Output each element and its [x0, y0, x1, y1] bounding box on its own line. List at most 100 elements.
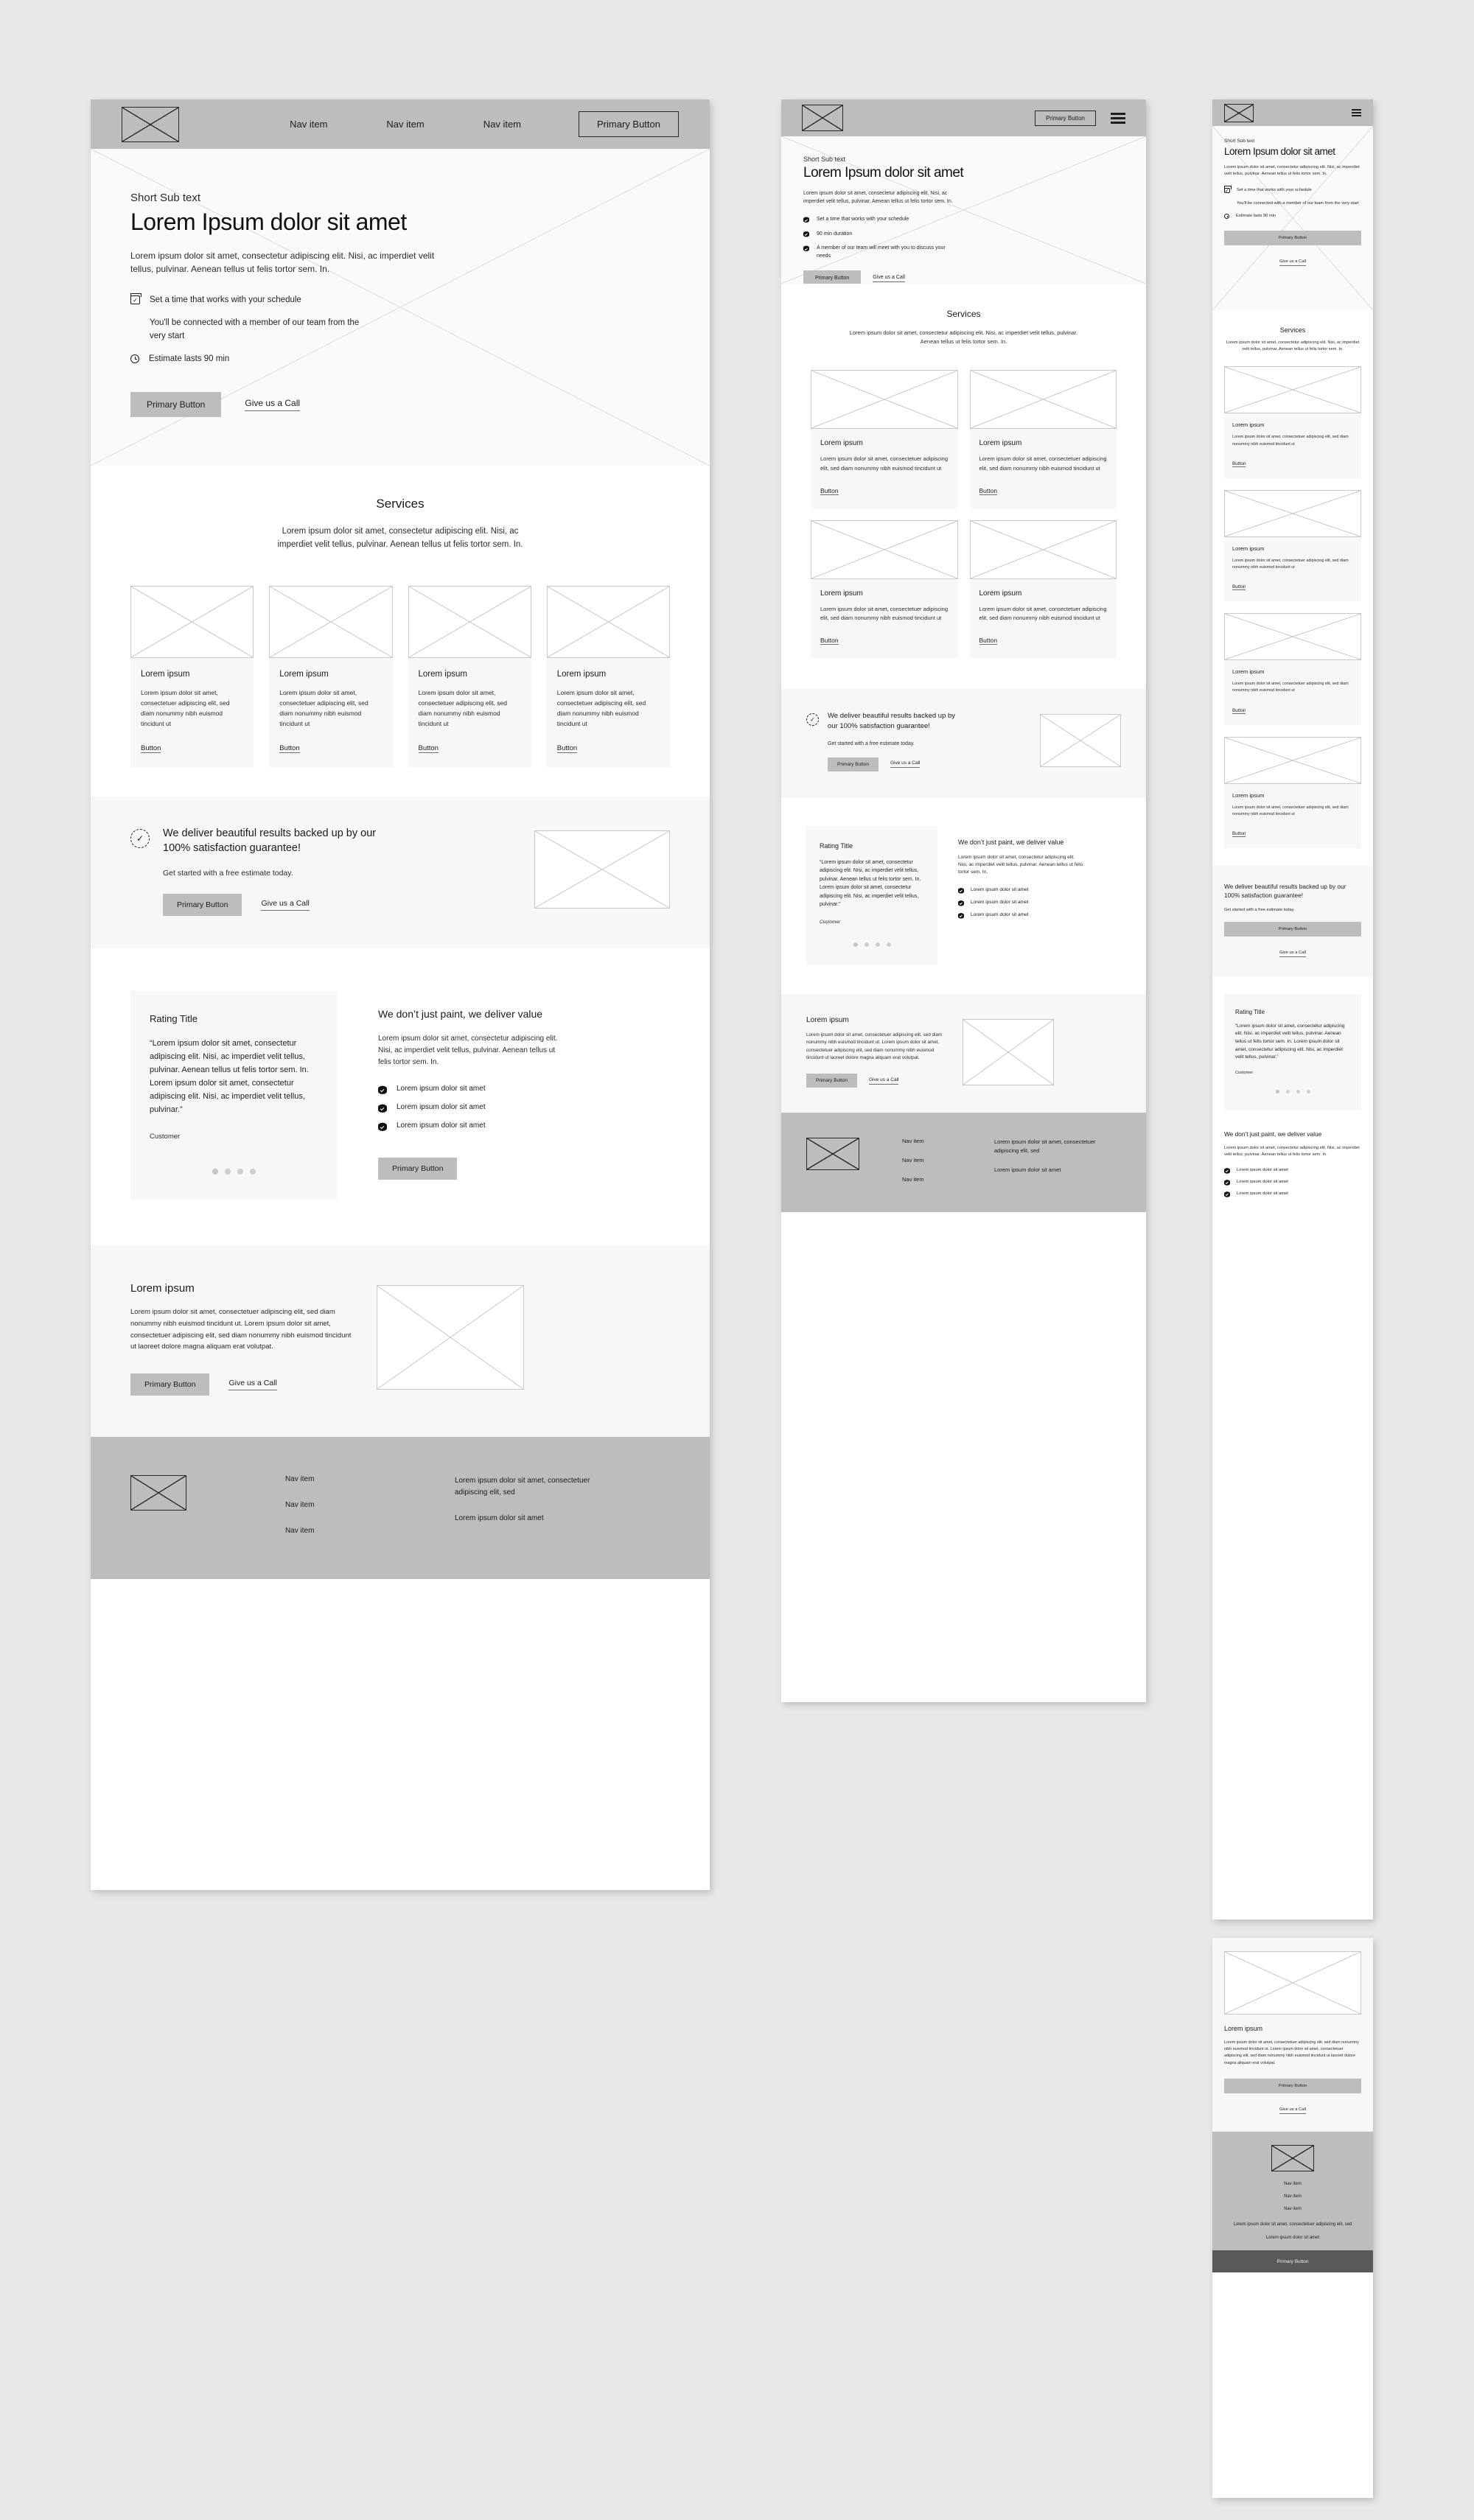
- service-card-button[interactable]: Button: [979, 487, 998, 495]
- service-card-button[interactable]: Button: [1232, 584, 1246, 591]
- clock-icon: [130, 354, 139, 363]
- closing-call-link[interactable]: Give us a Call: [228, 1379, 277, 1390]
- carousel-dot-1[interactable]: [212, 1169, 218, 1175]
- service-card-button[interactable]: Button: [556, 744, 578, 753]
- value-primary-button[interactable]: Primary Button: [378, 1158, 458, 1180]
- guarantee-primary-button[interactable]: Primary Button: [1224, 921, 1361, 937]
- service-card[interactable]: Lorem ipsum Lorem ipsum dolor sit amet, …: [1224, 613, 1361, 725]
- hero-primary-button[interactable]: Primary Button: [1224, 230, 1361, 245]
- hero-primary-button[interactable]: Primary Button: [803, 270, 862, 284]
- footer-nav-item-3[interactable]: Nav item: [1224, 2207, 1361, 2211]
- service-card[interactable]: Lorem ipsum Lorem ipsum dolor sit amet, …: [1224, 366, 1361, 478]
- footer-nav-item-1[interactable]: Nav item: [1224, 2182, 1361, 2186]
- service-card-button[interactable]: Button: [1232, 461, 1246, 467]
- closing-image: [1224, 1951, 1361, 2015]
- carousel-dot-4[interactable]: [886, 942, 891, 947]
- service-card[interactable]: Lorem ipsum Lorem ipsum dolor sit amet, …: [969, 370, 1117, 508]
- footer-logo-icon[interactable]: [806, 1138, 859, 1171]
- value-bullet: Lorem ipsum dolor sit amet: [1224, 1167, 1361, 1174]
- service-card-button[interactable]: Button: [820, 487, 839, 495]
- sticky-primary-button[interactable]: Primary Button: [1212, 2250, 1373, 2273]
- footer-logo-icon[interactable]: [130, 1475, 186, 1511]
- service-card-button[interactable]: Button: [1232, 831, 1246, 837]
- footer-nav-item-1[interactable]: Nav item: [902, 1138, 994, 1144]
- hamburger-menu-icon[interactable]: [1111, 112, 1125, 124]
- value-bullet: Lorem ipsum dolor sit amet: [958, 887, 1083, 894]
- footer-logo-icon[interactable]: [1271, 2144, 1314, 2171]
- carousel-dot-3[interactable]: [237, 1169, 243, 1175]
- guarantee-call-link[interactable]: Give us a Call: [261, 899, 310, 911]
- tablet-services-section: Services Lorem ipsum dolor sit amet, con…: [781, 284, 1146, 689]
- rating-author: Customer: [1235, 1070, 1254, 1075]
- nav-item-2[interactable]: Nav item: [386, 119, 424, 130]
- guarantee-call-link[interactable]: Give us a Call: [890, 760, 921, 769]
- carousel-dot-4[interactable]: [249, 1169, 256, 1175]
- service-card-button[interactable]: Button: [141, 744, 161, 753]
- mobile-header: [1212, 99, 1373, 126]
- service-card[interactable]: Lorem ipsum Lorem ipsum dolor sit amet, …: [811, 370, 958, 508]
- footer-nav-item-2[interactable]: Nav item: [902, 1157, 994, 1163]
- service-card[interactable]: Lorem ipsum Lorem ipsum dolor sit amet, …: [811, 519, 958, 658]
- hero-title: Lorem Ipsum dolor sit amet: [1224, 146, 1335, 157]
- service-card-button[interactable]: Button: [279, 744, 300, 753]
- service-card-button[interactable]: Button: [1232, 708, 1246, 714]
- carousel-dot-3[interactable]: [1296, 1089, 1300, 1093]
- carousel-dot-1[interactable]: [1275, 1089, 1279, 1093]
- service-card-title: Lorem ipsum: [1232, 545, 1265, 552]
- closing-call-link[interactable]: Give us a Call: [1279, 2107, 1307, 2114]
- hero-call-link[interactable]: Give us a Call: [873, 275, 905, 282]
- service-card-button[interactable]: Button: [820, 637, 839, 645]
- hamburger-menu-icon[interactable]: [1352, 109, 1361, 116]
- rating-carousel-dots[interactable]: [150, 1169, 318, 1175]
- service-card-title: Lorem ipsum: [141, 669, 190, 679]
- footer-nav-item-2[interactable]: Nav item: [1224, 2194, 1361, 2199]
- service-card[interactable]: Lorem ipsum Lorem ipsum dolor sit amet, …: [130, 585, 254, 767]
- carousel-dot-2[interactable]: [864, 942, 869, 947]
- services-title: Services: [946, 309, 981, 319]
- guarantee-call-link[interactable]: Give us a Call: [1279, 951, 1307, 957]
- value-paragraph: Lorem ipsum dolor sit amet, consectetur …: [378, 1035, 558, 1067]
- header-primary-button[interactable]: Primary Button: [579, 111, 679, 137]
- closing-primary-button[interactable]: Primary Button: [130, 1373, 210, 1396]
- nav-item-1[interactable]: Nav item: [290, 119, 327, 130]
- closing-primary-button[interactable]: Primary Button: [1224, 2078, 1361, 2093]
- guarantee-primary-button[interactable]: Primary Button: [828, 757, 879, 771]
- footer-nav-item-2[interactable]: Nav item: [285, 1501, 455, 1509]
- service-card[interactable]: Lorem ipsum Lorem ipsum dolor sit amet, …: [546, 585, 670, 767]
- guarantee-title: We deliver beautiful results backed up b…: [163, 827, 377, 855]
- logo-icon[interactable]: [802, 105, 843, 131]
- carousel-dot-2[interactable]: [1285, 1089, 1290, 1093]
- closing-primary-button[interactable]: Primary Button: [806, 1074, 857, 1088]
- guarantee-primary-button[interactable]: Primary Button: [163, 894, 242, 917]
- hero-title: Lorem Ipsum dolor sit amet: [130, 209, 407, 235]
- footer-nav-item-1[interactable]: Nav item: [285, 1475, 455, 1483]
- mobile-hero: Short Sub text Lorem Ipsum dolor sit ame…: [1212, 126, 1373, 310]
- carousel-dot-2[interactable]: [224, 1169, 231, 1175]
- nav-item-3[interactable]: Nav item: [483, 119, 521, 130]
- hero-call-link[interactable]: Give us a Call: [245, 398, 301, 412]
- header-primary-button[interactable]: Primary Button: [1035, 110, 1096, 126]
- footer-contact: Lorem ipsum dolor sit amet: [1265, 2236, 1320, 2241]
- logo-icon[interactable]: [122, 106, 179, 142]
- service-card-button[interactable]: Button: [418, 744, 439, 753]
- hero-feature-1-label: Set a time that works with your schedule: [150, 295, 301, 305]
- footer-nav-item-3[interactable]: Nav item: [902, 1176, 994, 1183]
- carousel-dot-3[interactable]: [875, 942, 880, 947]
- service-card[interactable]: Lorem ipsum Lorem ipsum dolor sit amet, …: [269, 585, 393, 767]
- closing-call-link[interactable]: Give us a Call: [869, 1077, 899, 1085]
- desktop-footer: Nav item Nav item Nav item Lorem ipsum d…: [91, 1437, 710, 1579]
- service-card[interactable]: Lorem ipsum Lorem ipsum dolor sit amet, …: [408, 585, 531, 767]
- rating-carousel-dots[interactable]: [820, 942, 924, 947]
- hero-primary-button[interactable]: Primary Button: [130, 392, 222, 418]
- carousel-dot-1[interactable]: [853, 942, 858, 947]
- carousel-dot-4[interactable]: [1306, 1089, 1310, 1093]
- hero-call-link[interactable]: Give us a Call: [1279, 259, 1307, 266]
- footer-nav-item-3[interactable]: Nav item: [285, 1527, 455, 1535]
- service-card[interactable]: Lorem ipsum Lorem ipsum dolor sit amet, …: [969, 519, 1117, 658]
- rating-carousel-dots[interactable]: [1235, 1089, 1350, 1093]
- hero-feature-3-label: Estimate lasts 90 min: [1236, 214, 1276, 219]
- logo-icon[interactable]: [1224, 103, 1254, 122]
- service-card[interactable]: Lorem ipsum Lorem ipsum dolor sit amet, …: [1224, 489, 1361, 602]
- service-card[interactable]: Lorem ipsum Lorem ipsum dolor sit amet, …: [1224, 736, 1361, 848]
- service-card-button[interactable]: Button: [979, 637, 998, 645]
